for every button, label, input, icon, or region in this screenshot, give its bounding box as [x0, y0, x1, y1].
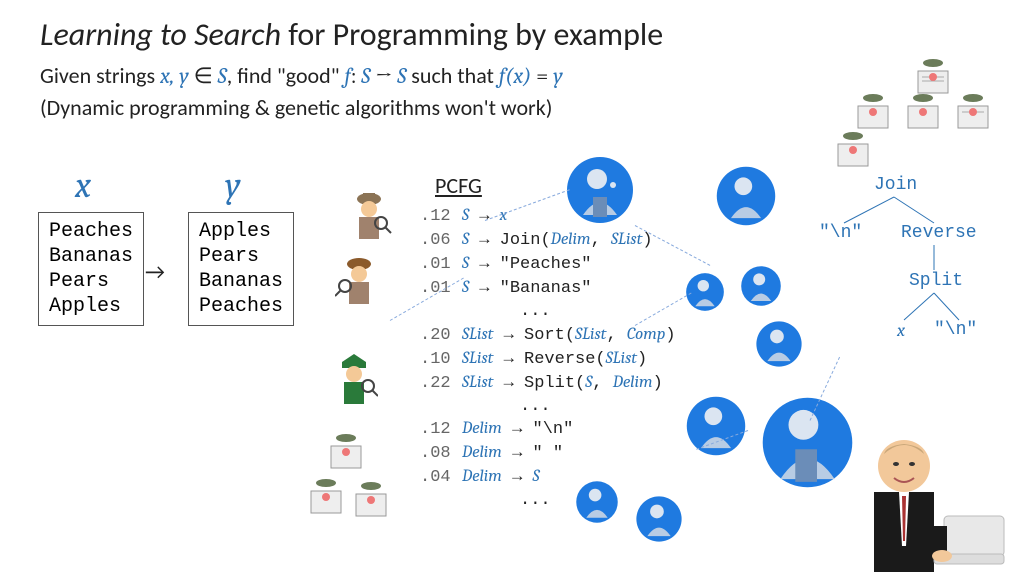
- pcfg-rule: .01S → "Peaches": [420, 253, 676, 277]
- detective-icon: [330, 350, 378, 406]
- tree-nl2: "\n": [934, 320, 977, 340]
- sub-xy: x, y: [160, 63, 189, 89]
- thinker-icon: [565, 155, 635, 225]
- title-italic: Learning to Search: [40, 15, 281, 54]
- tree-join: Join: [874, 175, 917, 195]
- sub-pre: Given strings: [40, 62, 160, 89]
- sub-fx: f(x): [499, 63, 531, 89]
- pcfg-rule: ...: [420, 396, 676, 419]
- pcfg-rule: .20SList → Sort(SList, Comp): [420, 324, 676, 348]
- pcfg-rule: .10SList → Reverse(SList): [420, 348, 676, 372]
- sub-S3: S: [397, 63, 406, 89]
- sub-in: ∈: [189, 63, 218, 89]
- pcfg-rule: .12S → x: [420, 205, 676, 229]
- sub-find: , find "good": [227, 62, 345, 89]
- pcfg-rule: .04Delim → S: [420, 466, 676, 490]
- newspaper-reader-icon: [952, 90, 994, 134]
- tree-x: x: [897, 320, 905, 341]
- detective-icon: [345, 185, 393, 241]
- y-label: y: [225, 165, 241, 206]
- sub-such: such that: [406, 62, 499, 89]
- pcfg-heading: PCFG: [435, 172, 482, 199]
- pcfg-rule: .06S → Join(Delim, SList): [420, 229, 676, 253]
- sub-S: S: [218, 63, 227, 89]
- y-data: Apples Pears Bananas Peaches: [199, 219, 283, 319]
- sub-colon: :: [351, 63, 361, 89]
- x-data: Peaches Bananas Pears Apples: [49, 219, 133, 319]
- thinker-icon: [635, 495, 683, 543]
- thinker-icon: [575, 480, 619, 524]
- sub-to: →: [370, 63, 397, 89]
- y-data-box: Apples Pears Bananas Peaches: [188, 212, 294, 326]
- thinker-icon: [715, 165, 777, 227]
- newspaper-reader-icon: [832, 128, 874, 172]
- arrow-x-to-y: →: [145, 258, 165, 285]
- sub-y: y: [553, 63, 562, 89]
- newspaper-reader-icon: [325, 430, 367, 474]
- newspaper-reader-icon: [305, 475, 347, 519]
- pcfg-rule: .22SList → Split(S, Delim): [420, 372, 676, 396]
- x-data-box: Peaches Bananas Pears Apples: [38, 212, 144, 326]
- subtitle-line2: (Dynamic programming & genetic algorithm…: [40, 94, 552, 121]
- pcfg-grammar: .12S → x.06S → Join(Delim, SList).01S → …: [420, 205, 676, 513]
- tree-split: Split: [909, 271, 963, 291]
- pcfg-rule: .08Delim → " ": [420, 442, 676, 466]
- newspaper-reader-icon: [902, 90, 944, 134]
- thinker-icon: [685, 272, 725, 312]
- slide-title: Learning to Search for Programming by ex…: [40, 15, 663, 54]
- tree-reverse: Reverse: [901, 223, 977, 243]
- title-rest: for Programming by example: [281, 15, 663, 54]
- subtitle-line1: Given strings x, y ∈ S, find "good" f: S…: [40, 62, 563, 89]
- tree-nl1: "\n": [819, 223, 862, 243]
- businessman-at-computer: [834, 426, 1014, 576]
- detective-icon: [335, 250, 383, 306]
- thinker-icon: [755, 320, 803, 368]
- pcfg-rule: .01S → "Bananas": [420, 277, 676, 301]
- newspaper-reader-icon: [350, 478, 392, 522]
- pcfg-rule: ...: [420, 301, 676, 324]
- thinker-icon: [740, 265, 782, 307]
- thinker-icon: [685, 395, 747, 457]
- sub-eq: =: [531, 63, 553, 89]
- pcfg-rule: .12Delim → "\n": [420, 418, 676, 442]
- x-label: x: [75, 165, 91, 206]
- sub-S2: S: [361, 63, 370, 89]
